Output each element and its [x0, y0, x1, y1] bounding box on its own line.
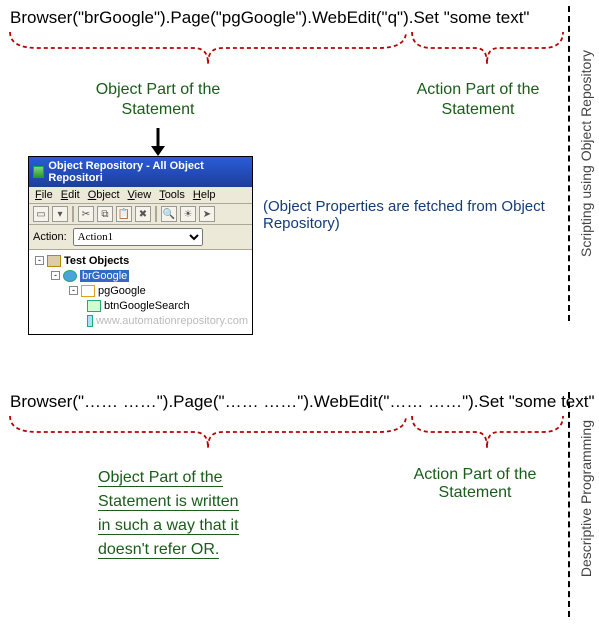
menu-file[interactable]: File — [35, 189, 53, 201]
vertical-separator-bot — [568, 392, 570, 617]
button-icon — [87, 300, 101, 312]
tool-cut-icon[interactable]: ✂ — [78, 206, 94, 222]
object-tree: - Test Objects - brGoogle - pgGoogle btn… — [29, 250, 252, 334]
annotation-top-action: Action Part of the Statement — [403, 80, 553, 120]
tool-highlight-icon[interactable]: ☀ — [180, 206, 196, 222]
tool-open-icon[interactable]: ▾ — [52, 206, 68, 222]
toolbar-sep — [72, 206, 74, 222]
menu-help[interactable]: Help — [193, 189, 216, 201]
vertical-separator-top — [568, 6, 570, 321]
tree-button[interactable]: btnGoogleSearch — [33, 298, 248, 313]
toolbar-sep2 — [155, 206, 157, 222]
section-object-repository: Browser("brGoogle").Page("pgGoogle").Web… — [8, 8, 568, 328]
tool-paste-icon[interactable]: 📋 — [116, 206, 132, 222]
code-line-top: Browser("brGoogle").Page("pgGoogle").Web… — [10, 8, 529, 28]
tree-browser[interactable]: - brGoogle — [33, 268, 248, 283]
tool-find-icon[interactable]: 🔍 — [161, 206, 177, 222]
annotation-bot-action: Action Part of the Statement — [400, 466, 550, 502]
tool-new-icon[interactable]: ▭ — [33, 206, 49, 222]
tool-spy-icon[interactable]: ➤ — [199, 206, 215, 222]
annotation-bot-object: Object Part of the Statement is written … — [98, 466, 288, 562]
side-label-top: Scripting using Object Repository — [578, 50, 594, 257]
menu-object[interactable]: Object — [88, 189, 120, 201]
collapse-icon[interactable]: - — [35, 256, 44, 265]
tree-edit[interactable]: www.automationrepository.com — [33, 313, 248, 328]
menu-view[interactable]: View — [128, 189, 152, 201]
brace-bot-object — [8, 414, 408, 454]
tree-page[interactable]: - pgGoogle — [33, 283, 248, 298]
app-icon — [33, 166, 44, 178]
tool-copy-icon[interactable]: ⧉ — [97, 206, 113, 222]
object-repository-window: Object Repository - All Object Repositor… — [28, 156, 253, 335]
browser-icon — [63, 270, 77, 282]
code-line-bot: Browser("…… ……").Page("…… ……").WebEdit("… — [10, 392, 595, 412]
page-icon — [81, 285, 95, 297]
menu-edit[interactable]: Edit — [61, 189, 80, 201]
action-label: Action: — [33, 231, 67, 243]
annotation-mid: (Object Properties are fetched from Obje… — [263, 198, 563, 232]
window-title: Object Repository - All Object Repositor… — [48, 160, 248, 184]
menu-bar: File Edit Object View Tools Help — [29, 187, 252, 204]
webedit-icon — [87, 315, 93, 327]
tool-delete-icon[interactable]: ✖ — [135, 206, 151, 222]
side-label-bot: Descriptive Programming — [578, 420, 594, 577]
section-descriptive-programming: Browser("…… ……").Page("…… ……").WebEdit("… — [8, 392, 568, 622]
action-select[interactable]: Action1 — [73, 228, 203, 246]
action-row: Action: Action1 — [29, 225, 252, 250]
brace-top-object — [8, 30, 408, 70]
brace-top-action — [410, 30, 565, 70]
menu-tools[interactable]: Tools — [159, 189, 185, 201]
collapse-icon[interactable]: - — [69, 286, 78, 295]
collapse-icon[interactable]: - — [51, 271, 60, 280]
annotation-top-object: Object Part of the Statement — [78, 80, 238, 120]
brace-bot-action — [410, 414, 565, 454]
toolbar: ▭ ▾ ✂ ⧉ 📋 ✖ 🔍 ☀ ➤ — [29, 204, 252, 225]
tree-root[interactable]: - Test Objects — [33, 253, 248, 268]
folder-icon — [47, 255, 61, 267]
window-titlebar: Object Repository - All Object Repositor… — [29, 157, 252, 187]
